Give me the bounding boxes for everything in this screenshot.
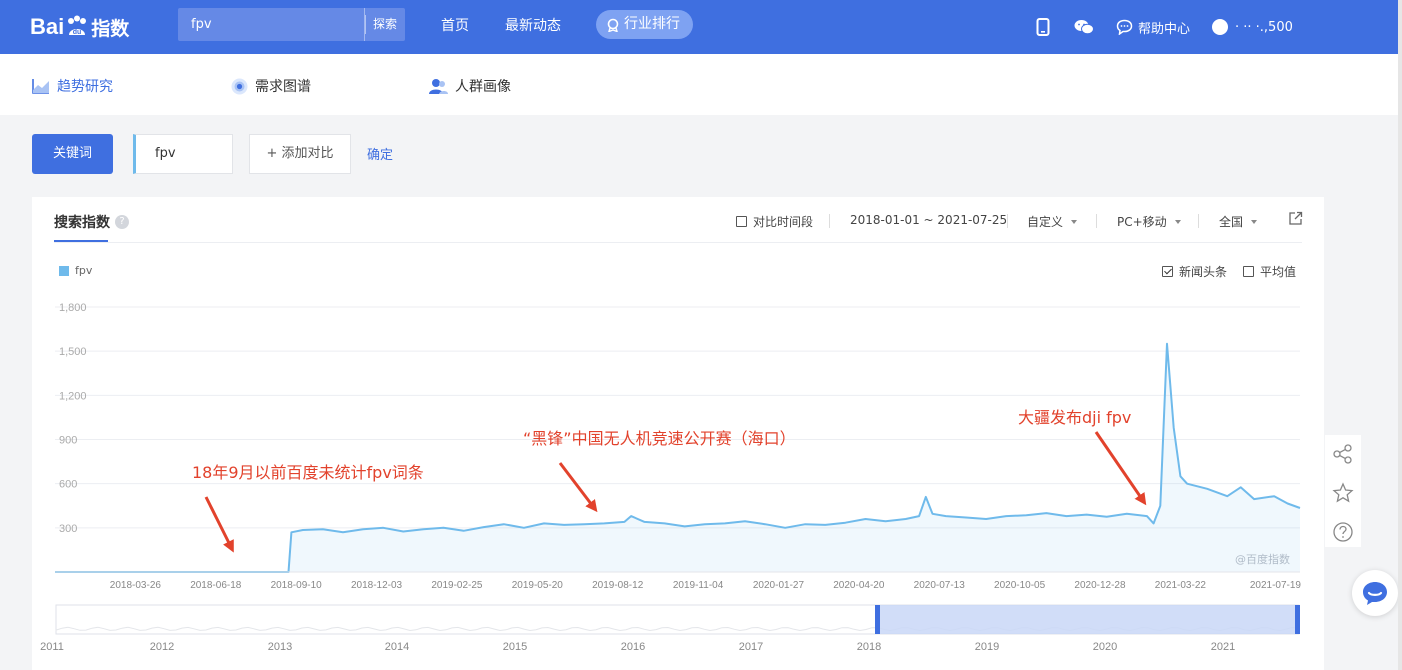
overview-year-label: 2011 [40,641,64,653]
page-scrollbar[interactable] [1398,0,1402,670]
overview-year-label: 2015 [503,641,527,653]
overview-year-label: 2016 [621,641,645,653]
overview-year-label: 2013 [268,641,292,653]
x-tick-label: 2019-02-25 [431,580,483,591]
x-tick-label: 2020-10-05 [994,580,1046,591]
annotation-arrow [1094,431,1147,506]
overview-year-label: 2017 [739,641,763,653]
y-tick-label: 300 [59,523,77,535]
x-tick-label: 2021-07-19 [1250,580,1302,591]
y-tick-label: 600 [59,479,77,491]
overview-year-label: 2020 [1093,641,1117,653]
chat-assistant-button[interactable] [1352,570,1398,616]
overview-right-handle [1295,605,1300,634]
help-icon[interactable] [1332,521,1354,543]
x-tick-label: 2018-03-26 [110,580,162,591]
x-tick-label: 2020-01-27 [753,580,805,591]
overview-year-label: 2012 [150,641,174,653]
x-tick-label: 2018-06-18 [190,580,242,591]
y-tick-label: 1,500 [59,346,87,358]
annotation-text: “黑锋”中国无人机竞速公开赛（海口） [523,429,796,448]
overview-year-label: 2021 [1211,641,1235,653]
x-tick-label: 2018-09-10 [271,580,323,591]
overview-year-label: 2018 [857,641,881,653]
y-tick-label: 900 [59,435,77,447]
x-tick-label: 2021-03-22 [1155,580,1207,591]
x-tick-label: 2020-07-13 [914,580,966,591]
x-tick-label: 2019-08-12 [592,580,644,591]
search-index-chart[interactable]: 1,800 1,500 1,200 900 600 300 2018-03-26 2018-… [0,0,1398,670]
x-tick-label: 2018-12-03 [351,580,403,591]
chat-bubble-icon [1363,582,1387,605]
overview-selection-range [877,605,1299,634]
annotation-arrow [558,462,598,513]
annotation-text: 18年9月以前百度未统计fpv词条 [192,463,424,482]
x-tick-label: 2019-11-04 [673,580,724,591]
overview-year-label: 2014 [385,641,409,653]
overview-year-label: 2019 [975,641,999,653]
overview-left-handle [875,605,880,634]
annotation-text: 大疆发布dji fpv [1018,408,1132,427]
star-icon[interactable] [1332,482,1354,504]
share-icon[interactable] [1332,443,1354,465]
y-tick-label: 1,200 [59,390,87,402]
y-tick-label: 1,800 [59,302,87,314]
x-tick-label: 2020-12-28 [1074,580,1126,591]
side-toolbar [1325,435,1361,547]
annotation-arrow [204,496,234,553]
x-tick-label: 2019-05-20 [512,580,564,591]
x-tick-label: 2020-04-20 [833,580,885,591]
